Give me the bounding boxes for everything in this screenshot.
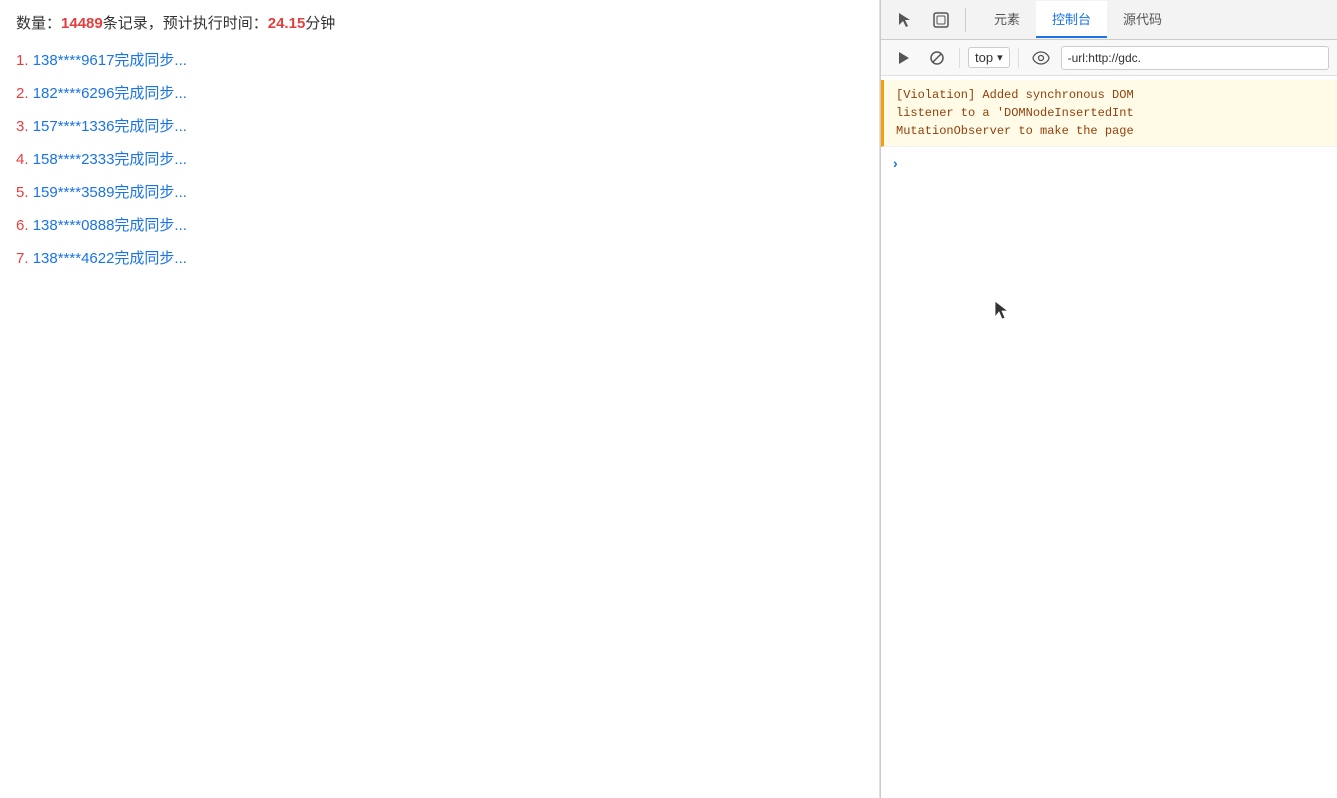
status-line: 数量：14489条记录，预计执行时间：24.15分钟 — [16, 12, 863, 33]
block-button[interactable] — [923, 44, 951, 72]
list-item: 1. 138****9617完成同步... — [16, 49, 863, 70]
tab-console[interactable]: 控制台 — [1036, 1, 1107, 38]
list-item: 3. 157****1336完成同步... — [16, 115, 863, 136]
console-divider-2 — [1018, 48, 1019, 68]
console-divider-1 — [959, 48, 960, 68]
item-text: 159****3589完成同步... — [33, 184, 187, 201]
item-text: 158****2333完成同步... — [33, 151, 187, 168]
play-button[interactable] — [889, 44, 917, 72]
item-text: 138****4622完成同步... — [33, 250, 187, 267]
item-text: 182****6296完成同步... — [33, 85, 187, 102]
list-item: 5. 159****3589完成同步... — [16, 181, 863, 202]
top-dropdown[interactable]: top ▾ — [968, 47, 1010, 68]
cursor-select-button[interactable] — [889, 4, 921, 36]
eye-button[interactable] — [1027, 44, 1055, 72]
inspect-button[interactable] — [925, 4, 957, 36]
top-label: top — [975, 50, 993, 65]
left-panel: 数量：14489条记录，预计执行时间：24.15分钟 1. 138****961… — [0, 0, 880, 798]
item-number: 1. — [16, 52, 29, 69]
time-unit: 分钟 — [305, 15, 335, 32]
status-unit: 条记录，预计执行时间： — [103, 15, 268, 32]
item-number: 5. — [16, 184, 29, 201]
item-number: 4. — [16, 151, 29, 168]
exec-time: 24.15 — [268, 15, 306, 32]
item-number: 2. — [16, 85, 29, 102]
violation-message: [Violation] Added synchronous DOMlistene… — [881, 80, 1337, 147]
cursor-pointer-icon — [991, 299, 1011, 323]
violation-text: [Violation] Added synchronous DOMlistene… — [896, 88, 1134, 138]
status-prefix: 数量： — [16, 15, 61, 32]
chevron-down-icon: ▾ — [997, 51, 1003, 64]
list-item: 7. 138****4622完成同步... — [16, 247, 863, 268]
item-number: 7. — [16, 250, 29, 267]
item-text: 138****0888完成同步... — [33, 217, 187, 234]
console-chevron-icon[interactable]: › — [893, 155, 898, 171]
list-item: 6. 138****0888完成同步... — [16, 214, 863, 235]
item-number: 6. — [16, 217, 29, 234]
list-item: 4. 158****2333完成同步... — [16, 148, 863, 169]
filter-input[interactable] — [1061, 46, 1329, 70]
item-text: 138****9617完成同步... — [33, 52, 187, 69]
item-text: 157****1336完成同步... — [33, 118, 187, 135]
list-item: 2. 182****6296完成同步... — [16, 82, 863, 103]
cursor-area — [881, 179, 1337, 579]
tab-sources[interactable]: 源代码 — [1107, 1, 1178, 38]
sync-list: 1. 138****9617完成同步... 2. 182****6296完成同步… — [16, 49, 863, 268]
item-number: 3. — [16, 118, 29, 135]
devtools-panel: 元素 控制台 源代码 top ▾ — [880, 0, 1337, 798]
record-count: 14489 — [61, 15, 103, 32]
console-content: [Violation] Added synchronous DOMlistene… — [881, 76, 1337, 798]
console-prompt: › — [881, 147, 1337, 179]
console-toolbar: top ▾ — [881, 40, 1337, 76]
devtools-top-toolbar: 元素 控制台 源代码 — [881, 0, 1337, 40]
toolbar-divider-1 — [965, 8, 966, 32]
tab-elements[interactable]: 元素 — [978, 1, 1036, 38]
